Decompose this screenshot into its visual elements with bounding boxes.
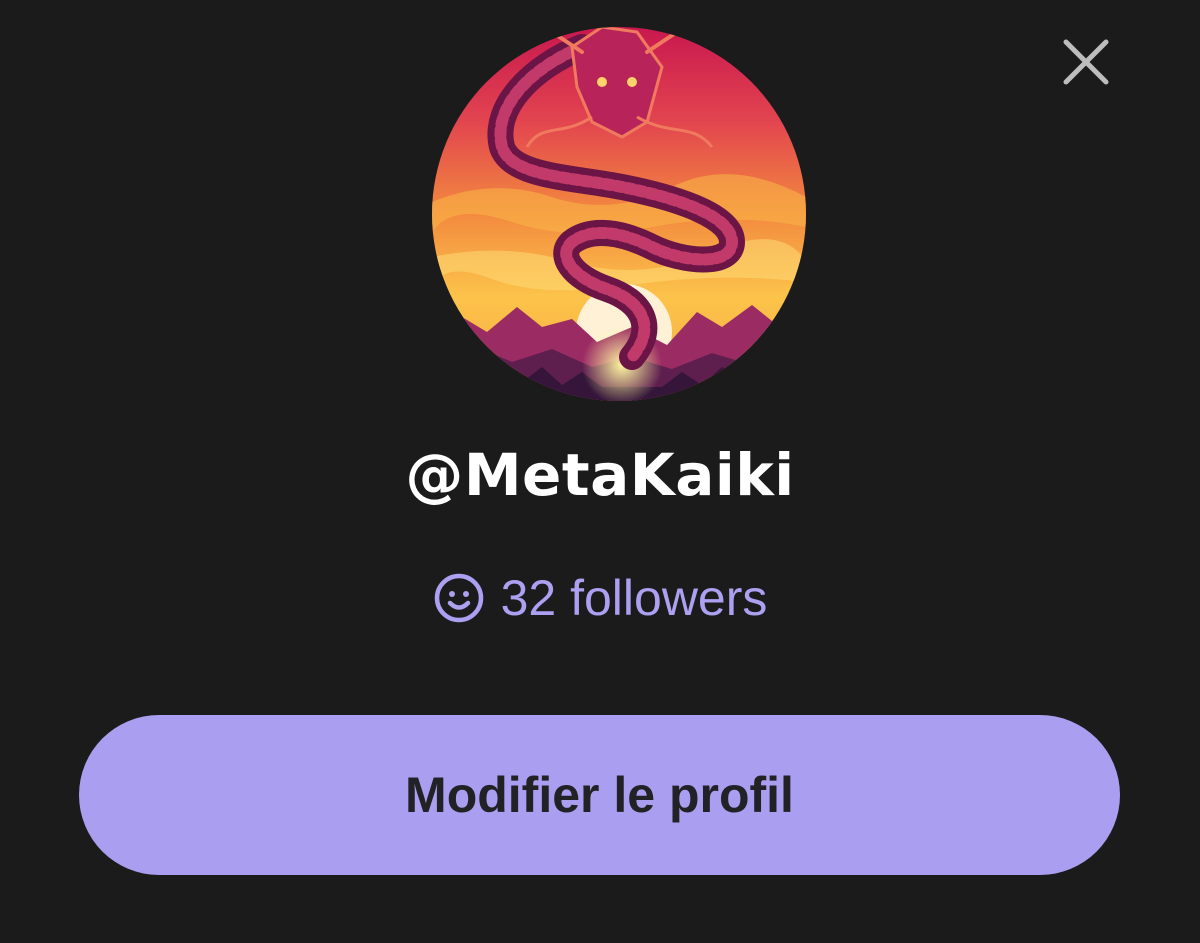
profile-sheet: @MetaKaiki 32 followers Modifier le prof… xyxy=(0,0,1200,943)
followers-count[interactable]: 32 followers xyxy=(0,566,1200,630)
dragon-sunset-avatar xyxy=(432,27,806,401)
smiley-icon xyxy=(433,572,485,624)
avatar[interactable] xyxy=(432,27,806,401)
close-button[interactable] xyxy=(1058,34,1114,90)
username: @MetaKaiki xyxy=(405,441,795,509)
followers-text: 32 followers xyxy=(500,570,768,626)
edit-profile-label: Modifier le profil xyxy=(405,767,794,823)
close-icon xyxy=(1063,39,1109,85)
edit-profile-button[interactable]: Modifier le profil xyxy=(79,715,1120,875)
